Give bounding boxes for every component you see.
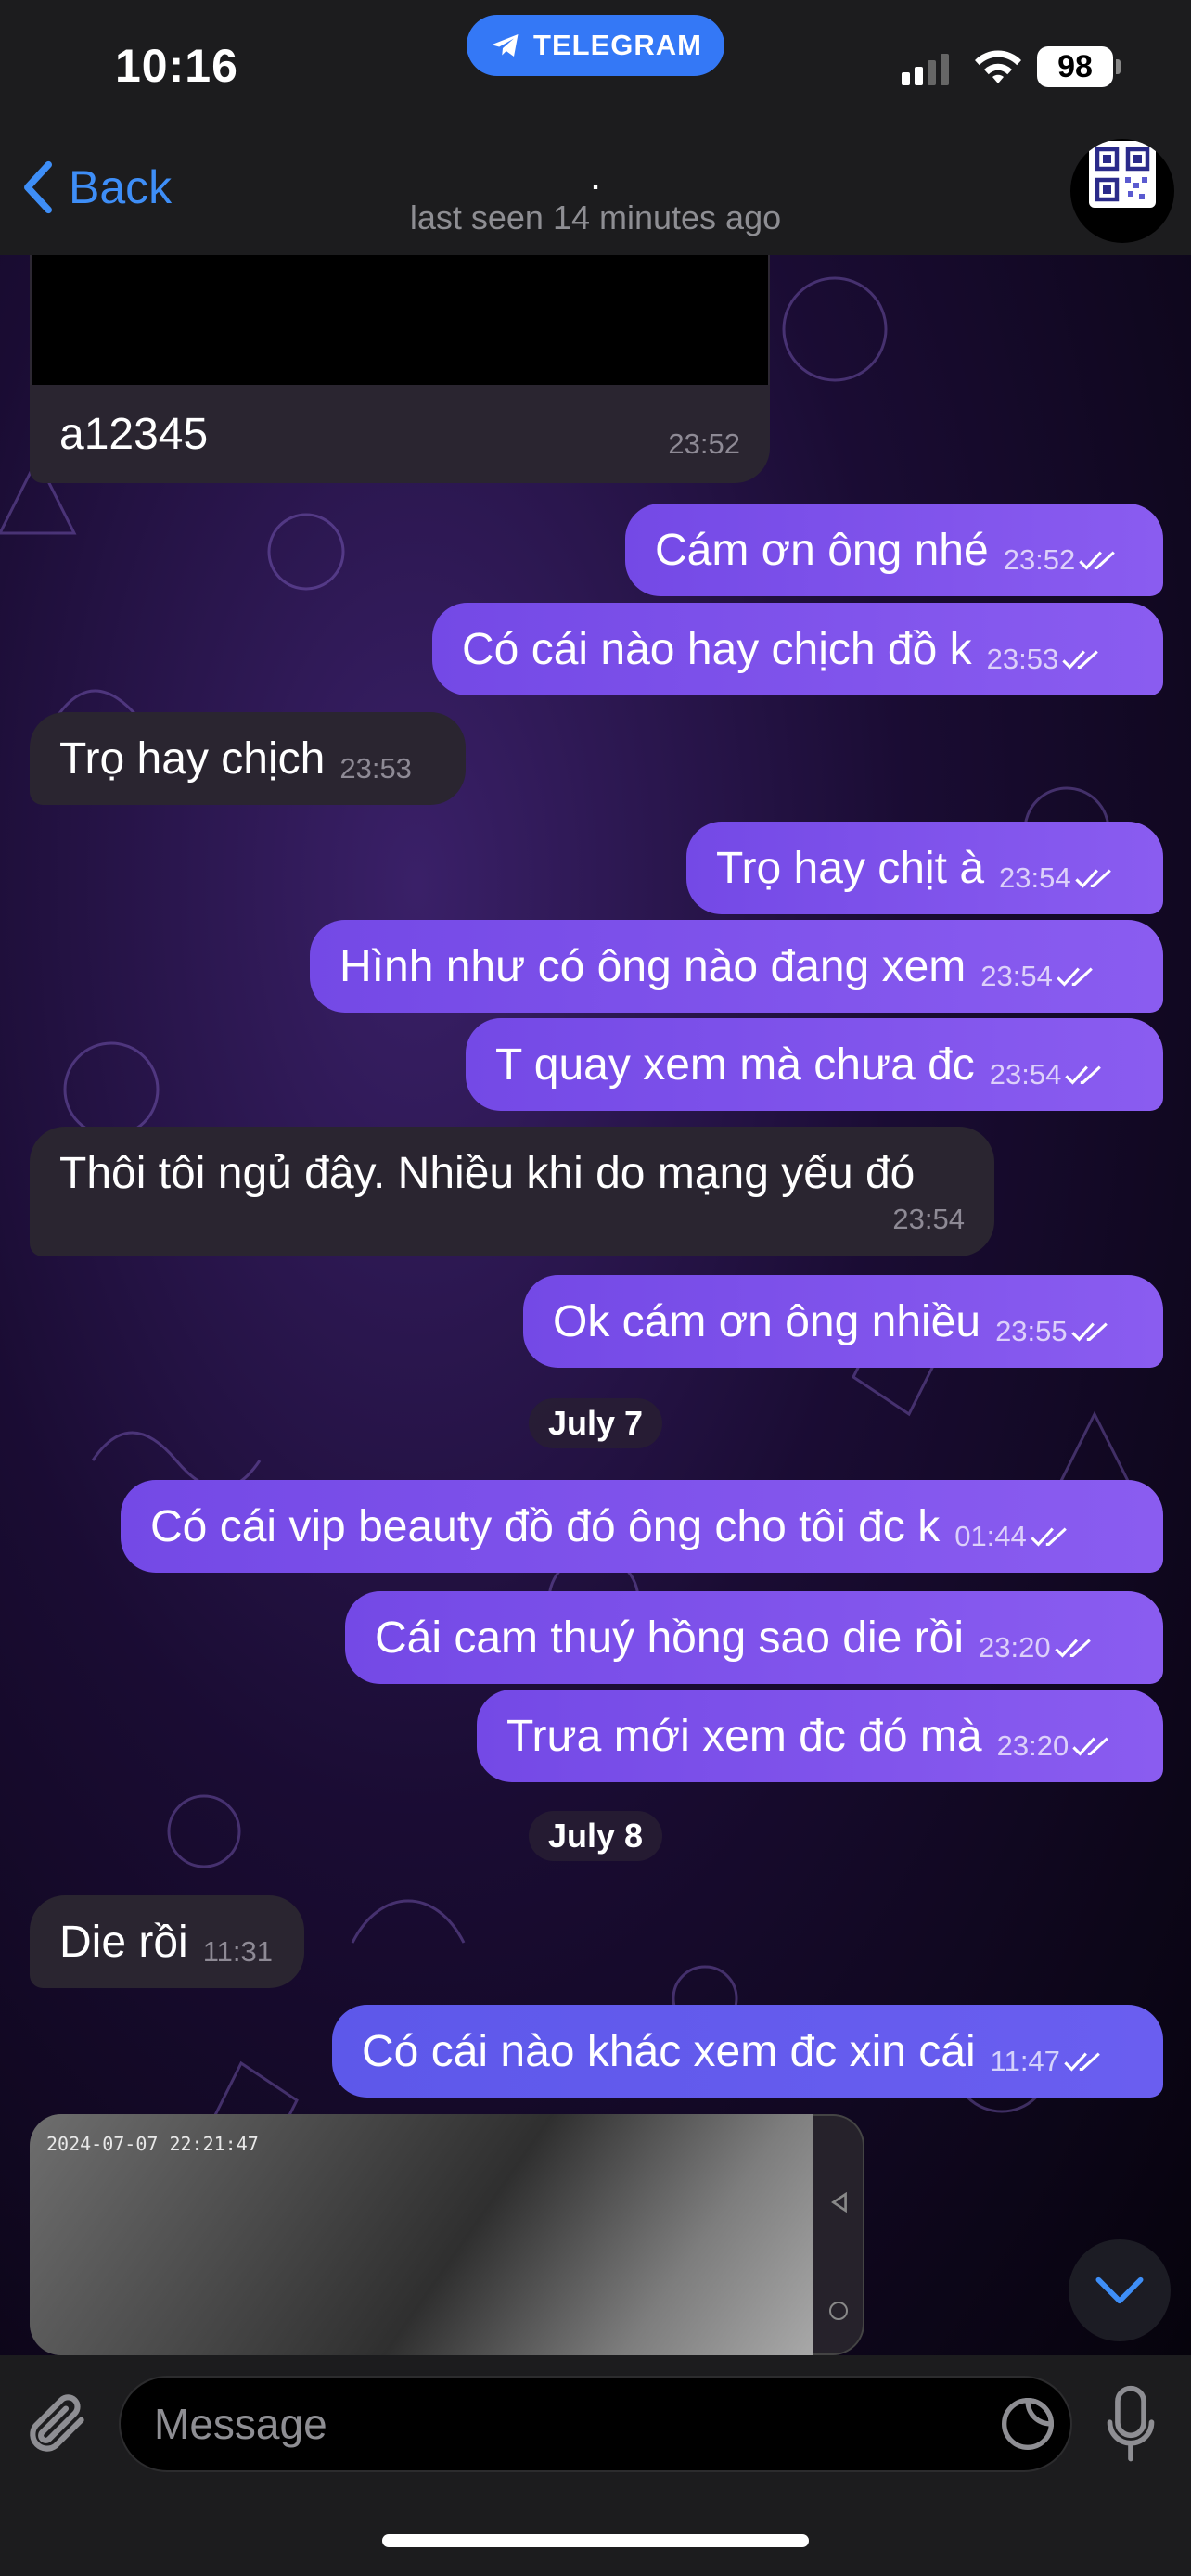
message-time: 23:55 bbox=[995, 1315, 1068, 1347]
message-bubble-outgoing[interactable]: Hình như có ông nào đang xem 23:54 bbox=[310, 920, 1163, 1013]
message-input[interactable] bbox=[154, 2378, 970, 2470]
message-text: Cái cam thuý hồng sao die rồi bbox=[375, 1613, 965, 1663]
message-field[interactable] bbox=[119, 2376, 1072, 2472]
video-message[interactable]: 2024-07-07 22:21:47 bbox=[30, 2114, 864, 2355]
message-bubble-outgoing[interactable]: Trọ hay chịt à 23:54 bbox=[686, 822, 1163, 914]
message-time: 23:54 bbox=[999, 861, 1071, 894]
message-text: Có cái nào hay chịch đồ k bbox=[462, 624, 972, 674]
message-time: 23:20 bbox=[996, 1729, 1069, 1762]
scroll-to-bottom-button[interactable] bbox=[1069, 2239, 1171, 2341]
cellular-signal-icon bbox=[902, 54, 949, 85]
chevron-down-icon bbox=[1095, 2276, 1144, 2304]
double-check-icon bbox=[1079, 551, 1116, 570]
message-bubble-outgoing[interactable]: Ok cám ơn ông nhiều 23:55 bbox=[523, 1275, 1163, 1368]
message-bubble-incoming[interactable]: Trọ hay chịch 23:53 bbox=[30, 712, 466, 805]
date-separator: July 8 bbox=[529, 1811, 662, 1861]
message-text: Trọ hay chịch bbox=[59, 733, 326, 784]
message-text: Cám ơn ông nhé bbox=[655, 525, 989, 575]
message-text: Có cái vip beauty đồ đó ông cho tôi đc k bbox=[150, 1501, 941, 1551]
double-check-icon bbox=[1072, 1737, 1109, 1756]
double-check-icon bbox=[1070, 1322, 1108, 1342]
circle-icon bbox=[829, 2302, 848, 2320]
image-message-top[interactable] bbox=[30, 255, 770, 387]
message-bubble-outgoing[interactable]: Có cái vip beauty đồ đó ông cho tôi đc k… bbox=[121, 1480, 1163, 1573]
paperclip-icon[interactable] bbox=[24, 2389, 93, 2463]
top-bar: 10:16 TELEGRAM 98 Back . last seen 14 mi… bbox=[0, 0, 1191, 255]
battery-indicator: 98 bbox=[1037, 46, 1121, 87]
telegram-icon bbox=[492, 34, 519, 57]
double-check-icon bbox=[1074, 869, 1111, 888]
double-check-icon bbox=[1057, 967, 1093, 987]
double-check-icon bbox=[1062, 650, 1099, 670]
message-text: T quay xem mà chưa đc bbox=[495, 1039, 975, 1090]
microphone-icon[interactable] bbox=[1104, 2383, 1158, 2467]
message-time: 23:52 bbox=[668, 427, 740, 460]
double-check-icon bbox=[1031, 1527, 1067, 1547]
message-time: 11:31 bbox=[202, 1935, 273, 1968]
message-time: 01:44 bbox=[954, 1520, 1027, 1552]
video-thumbnail[interactable]: 2024-07-07 22:21:47 bbox=[30, 2114, 813, 2355]
double-check-icon bbox=[1064, 2052, 1100, 2072]
message-time: 23:52 bbox=[1003, 543, 1076, 576]
message-time: 23:53 bbox=[339, 752, 412, 784]
message-time: 23:20 bbox=[979, 1631, 1051, 1664]
message-time: 23:54 bbox=[989, 1058, 1062, 1090]
sticker-icon[interactable] bbox=[998, 2394, 1057, 2454]
double-check-icon bbox=[1054, 1639, 1091, 1658]
message-text: a12345 bbox=[59, 409, 209, 459]
message-bubble-outgoing[interactable]: Cám ơn ông nhé 23:52 bbox=[625, 504, 1163, 596]
message-text: Ok cám ơn ông nhiều bbox=[553, 1296, 981, 1346]
message-bubble-outgoing[interactable]: Có cái nào hay chịch đồ k 23:53 bbox=[432, 603, 1163, 695]
message-bubble-incoming[interactable]: a12345 23:52 bbox=[30, 385, 770, 483]
message-time: 23:54 bbox=[980, 960, 1053, 992]
wifi-icon bbox=[975, 50, 1021, 83]
message-bubble-incoming[interactable]: Die rồi 11:31 bbox=[30, 1895, 304, 1988]
message-bubble-outgoing[interactable]: T quay xem mà chưa đc 23:54 bbox=[466, 1018, 1163, 1111]
message-text: Có cái nào khác xem đc xin cái bbox=[362, 2026, 976, 2076]
status-time: 10:16 bbox=[115, 40, 238, 92]
date-separator: July 7 bbox=[529, 1398, 662, 1448]
video-side-strip bbox=[813, 2114, 864, 2355]
telegram-pill[interactable]: TELEGRAM bbox=[467, 15, 724, 76]
message-time: 11:47 bbox=[990, 2045, 1060, 2077]
message-bubble-incoming[interactable]: Thôi tôi ngủ đây. Nhiều khi do mạng yếu … bbox=[30, 1127, 994, 1256]
double-check-icon bbox=[1065, 1065, 1102, 1085]
message-text: Trọ hay chịt à bbox=[716, 843, 985, 893]
video-timestamp-overlay: 2024-07-07 22:21:47 bbox=[46, 2133, 259, 2155]
home-indicator[interactable] bbox=[382, 2534, 809, 2547]
message-bubble-outgoing[interactable]: Có cái nào khác xem đc xin cái 11:47 bbox=[332, 2005, 1163, 2098]
message-bubble-outgoing[interactable]: Cái cam thuý hồng sao die rồi 23:20 bbox=[345, 1591, 1163, 1684]
message-text: Die rồi bbox=[59, 1917, 188, 1967]
contact-avatar[interactable] bbox=[1070, 139, 1174, 243]
qr-code-icon bbox=[1089, 141, 1156, 208]
message-text: Trưa mới xem đc đó mà bbox=[506, 1711, 982, 1761]
message-bubble-outgoing[interactable]: Trưa mới xem đc đó mà 23:20 bbox=[477, 1690, 1163, 1782]
message-time: 23:54 bbox=[892, 1202, 965, 1235]
contact-name[interactable]: . bbox=[0, 165, 1191, 197]
message-time: 23:53 bbox=[986, 643, 1059, 675]
triangle-left-icon bbox=[831, 2192, 847, 2213]
message-text: Thôi tôi ngủ đây. Nhiều khi do mạng yếu … bbox=[59, 1148, 916, 1198]
last-seen-status: last seen 14 minutes ago bbox=[409, 198, 782, 236]
telegram-pill-label: TELEGRAM bbox=[533, 29, 702, 61]
message-text: Hình như có ông nào đang xem bbox=[339, 941, 967, 991]
